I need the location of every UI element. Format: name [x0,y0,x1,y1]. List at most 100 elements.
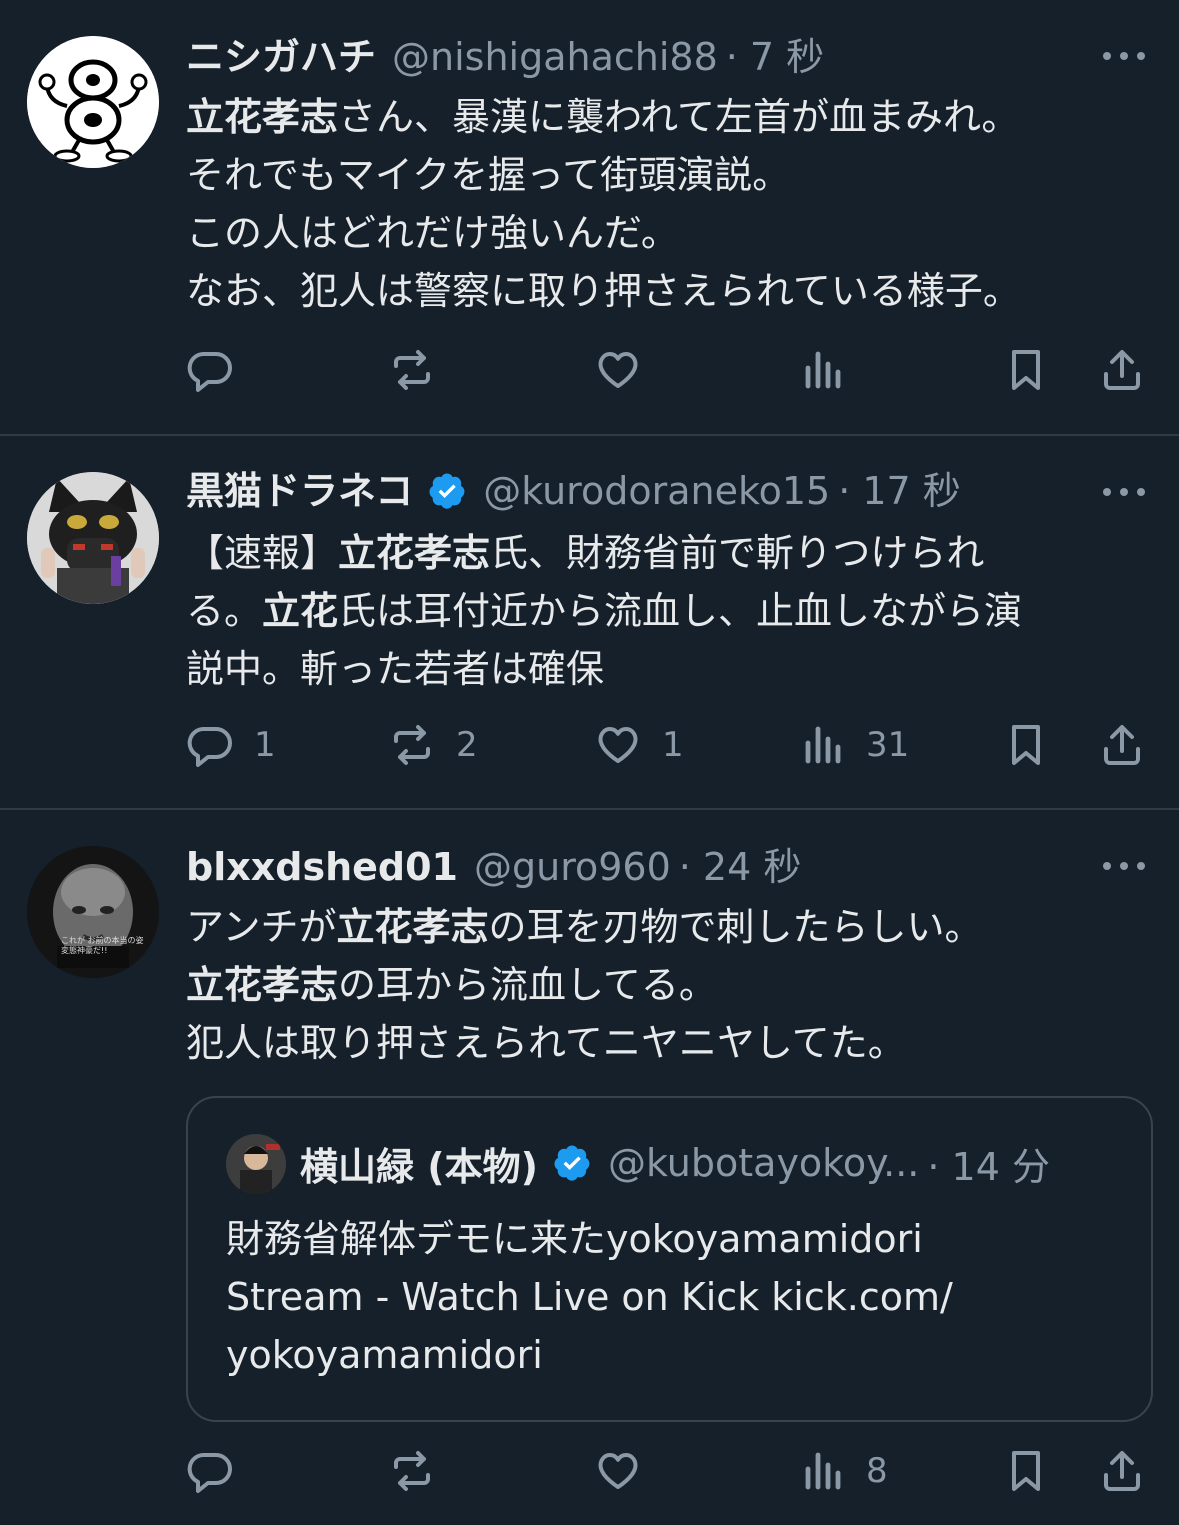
text-span: の耳を刃物で刺したらしい。 [488,905,983,949]
reply-button[interactable]: 1 [186,720,276,770]
text-span: 【速報】 [186,531,339,575]
retweet-icon [394,725,430,765]
tweet-line: 【速報】立花孝志氏、財務省前で斬りつけられ [186,524,1139,582]
share-button[interactable] [1098,720,1146,770]
text-span: 氏は耳付近から流血し、止血しながら演 [338,589,1023,633]
username[interactable]: @nishigahachi88 [392,32,718,82]
eight-mascot-icon [27,36,159,168]
tweet-line: アンチが立花孝志の耳を刃物で刺したらしい。 [186,898,1139,956]
avatar[interactable] [27,36,159,168]
bold-text: 立花孝志 [338,531,491,575]
bold-text: 立花孝志 [186,963,339,1007]
retweet-button[interactable]: 2 [388,720,478,770]
timestamp[interactable]: · 7 秒 [726,32,824,82]
display-name[interactable]: blxxdshed01 [186,842,458,892]
bold-text: 立花孝志 [336,905,489,949]
username[interactable]: @kurodoraneko15 [483,466,830,516]
tweet-line: それでもマイクを握って街頭演説。 [186,146,1139,204]
reply-icon [187,726,232,767]
quoted-line[interactable]: yokoyamamidori [226,1326,1111,1384]
like-button[interactable] [594,345,642,395]
share-icon [1104,1451,1140,1491]
more-options-icon[interactable] [1103,486,1145,498]
tweet-text: アンチが立花孝志の耳を刃物で刺したらしい。 立花孝志の耳から流血してる。 犯人は取り… [186,898,1139,1072]
more-options-icon[interactable] [1103,860,1145,872]
verified-badge-icon[interactable] [552,1143,592,1183]
verified-badge-icon[interactable] [427,471,467,511]
share-icon [1104,350,1140,390]
views-button[interactable] [798,345,846,395]
quoted-line[interactable]: Stream - Watch Live on Kick kick.com/ [226,1268,1111,1326]
bookmark-icon [1012,350,1040,390]
text-span: それでもマイクを握って街頭演説。 [186,153,791,197]
text-span: なお、犯人は警察に取り押さえられている様子。 [186,269,1021,313]
retweet-icon [394,1451,430,1491]
text-span: の耳から流血してる。 [338,963,717,1007]
retweet-button[interactable] [388,345,436,395]
tweet-line: 説中。斬った若者は確保 [186,640,1139,698]
bookmark-icon [1012,725,1040,765]
retweet-icon [394,350,430,390]
like-icon [598,1453,638,1489]
display-name[interactable]: ニシガハチ [186,32,376,82]
reply-icon [187,351,232,392]
like-button[interactable]: 1 [594,720,684,770]
quoted-tweet[interactable]: 横山緑 (本物) @kubotayokoy... · 14 分 財務省解体デモに… [186,1096,1153,1422]
views-button[interactable]: 31 [798,720,909,770]
views-count: 8 [866,1451,888,1491]
tweet-line: この人はどれだけ強いんだ。 [186,204,1139,262]
masked-person-icon [27,472,159,604]
share-icon [1104,725,1140,765]
tweet-line: 立花孝志さん、暴漢に襲われて左首が血まみれ。 [186,88,1139,146]
text-span: 説中。斬った若者は確保 [186,647,605,691]
quoted-username[interactable]: @kubotayokoy... [608,1141,919,1185]
text-span: 氏、財務省前で斬りつけられ [490,531,985,575]
more-options-icon[interactable] [1103,50,1145,62]
bookmark-button[interactable] [1002,1446,1050,1496]
reply-count: 1 [254,725,276,765]
tweet-text: 立花孝志さん、暴漢に襲われて左首が血まみれ。それでもマイクを握って街頭演説。 この… [186,88,1139,320]
text-span: る。 [186,589,263,633]
display-name[interactable]: 黒猫ドラネコ [186,466,413,516]
tweet-line: 犯人は取り押さえられてニヤニヤしてた。 [186,1014,1139,1072]
quoted-display-name[interactable]: 横山緑 (本物) [300,1136,538,1191]
text-span: 犯人は取り押さえられてニヤニヤしてた。 [186,1021,906,1065]
timestamp[interactable]: · 17 秒 [838,466,961,516]
like-icon [598,352,638,388]
avatar[interactable]: これが お前の本当の姿 変態神豪だ!! [27,846,159,978]
bold-text: 立花 [262,589,339,633]
quoted-text: 財務省解体デモに来たyokoyamamidori Stream - Watch … [226,1210,1111,1384]
tweet[interactable]: これが お前の本当の姿 変態神豪だ!! blxxdshed01 @guro960… [0,810,1179,1525]
views-icon [805,351,841,389]
quoted-header: 横山緑 (本物) @kubotayokoy... · 14 分 [300,1136,1050,1191]
reply-button[interactable] [186,1446,234,1496]
timestamp[interactable]: · 24 秒 [679,842,802,892]
views-icon [805,726,841,764]
reply-icon [187,1452,232,1493]
text-span: さん、暴漢に襲われて左首が血まみれ。 [338,95,1020,139]
retweet-button[interactable] [388,1446,436,1496]
tweet-header: 黒猫ドラネコ @kurodoraneko15 · 17 秒 [186,466,961,516]
avatar[interactable] [27,472,159,604]
bold-text: 立花孝志 [186,95,339,139]
like-button[interactable] [594,1446,642,1496]
bald-man-photo-icon [27,846,159,978]
quoted-timestamp[interactable]: · 14 分 [927,1136,1050,1191]
avatar-caption: これが お前の本当の姿 変態神豪だ!! [61,936,144,955]
tweet-line: なお、犯人は警察に取り押さえられている様子。 [186,262,1139,320]
reply-button[interactable] [186,345,234,395]
views-button[interactable]: 8 [798,1446,888,1496]
share-button[interactable] [1098,1446,1146,1496]
tweet-header: blxxdshed01 @guro960 · 24 秒 [186,842,801,892]
text-span: この人はどれだけ強いんだ。 [186,211,679,255]
tweet-line: る。立花氏は耳付近から流血し、止血しながら演 [186,582,1139,640]
quoted-line: 財務省解体デモに来たyokoyamamidori [226,1217,923,1261]
quoted-avatar[interactable] [226,1134,286,1194]
bookmark-button[interactable] [1002,345,1050,395]
bookmark-button[interactable] [1002,720,1050,770]
username[interactable]: @guro960 [474,842,671,892]
retweet-count: 2 [456,725,478,765]
share-button[interactable] [1098,345,1146,395]
tweet-text: 【速報】立花孝志氏、財務省前で斬りつけられ る。立花氏は耳付近から流血し、止血しな… [186,524,1139,698]
character-avatar-icon [226,1134,286,1194]
